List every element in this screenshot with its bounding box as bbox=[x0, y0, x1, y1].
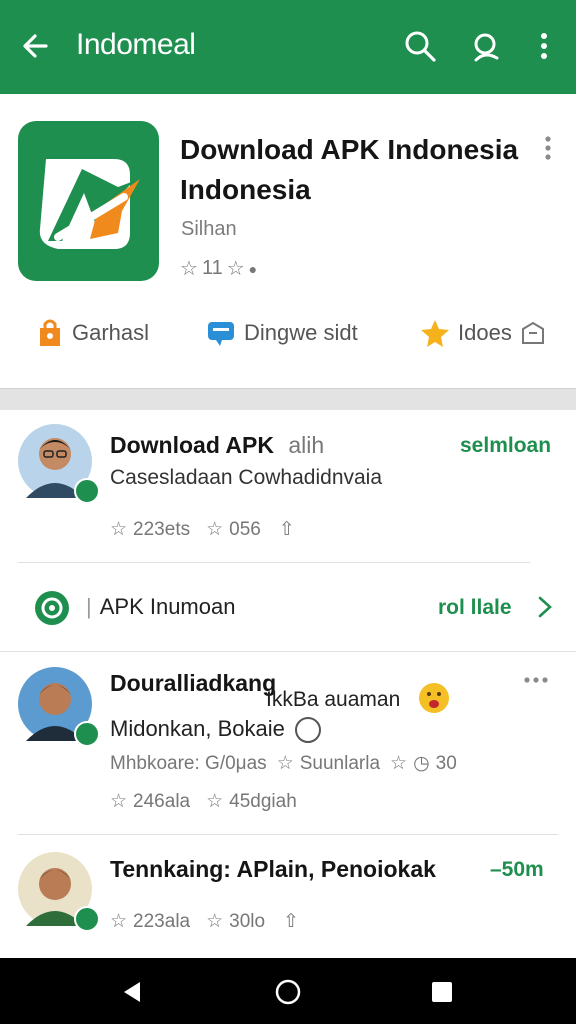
thumbs-up-icon[interactable]: ⇧ bbox=[279, 518, 295, 541]
review-author: Download APK alih bbox=[110, 432, 324, 459]
chevron-right-icon[interactable] bbox=[536, 595, 554, 619]
review-sub-a: Mhbkoare: G/0μas bbox=[110, 752, 267, 774]
review-meta-1: 223ets bbox=[133, 518, 191, 540]
box-icon bbox=[521, 321, 544, 344]
nav-back-icon[interactable] bbox=[118, 978, 146, 1006]
review-action[interactable]: –50m bbox=[490, 858, 544, 882]
app-icon bbox=[18, 121, 159, 281]
nav-recents-icon[interactable] bbox=[428, 978, 456, 1006]
chat-bubble-icon bbox=[208, 322, 234, 346]
review-meta-2: 056 bbox=[229, 518, 261, 540]
review-sub-meta: Mhbkoare: G/0μas ☆ Suunlarla ☆ ◷ 30 bbox=[110, 752, 457, 775]
star-icon: ☆ bbox=[276, 753, 294, 774]
review-meta-1: 223ala bbox=[133, 910, 191, 932]
star-icon: ☆ bbox=[180, 258, 198, 280]
more-horizontal-icon[interactable] bbox=[522, 670, 550, 690]
action-row: Garhasl Dingwe sidt Idoes bbox=[0, 318, 576, 358]
verified-icon bbox=[74, 478, 100, 504]
bag-icon bbox=[40, 319, 60, 346]
review-meta: ☆ 246ala ☆ 45dgiah bbox=[110, 790, 297, 813]
avatar bbox=[18, 852, 100, 932]
star-icon: ☆ bbox=[110, 519, 128, 540]
nav-home-icon[interactable] bbox=[274, 978, 302, 1006]
promo-label-text: APK Inumoan bbox=[99, 594, 236, 619]
action-install[interactable]: Garhasl bbox=[36, 318, 149, 348]
search-icon[interactable] bbox=[400, 26, 440, 66]
review-meta-2: 30lo bbox=[229, 910, 266, 932]
avatar bbox=[18, 424, 100, 504]
action-wishlist-label: Idoes bbox=[458, 320, 512, 345]
clock-icon: ◷ bbox=[413, 753, 430, 774]
app-bar: Indomeal bbox=[0, 0, 576, 94]
timer-icon bbox=[295, 717, 322, 744]
account-icon[interactable] bbox=[466, 26, 506, 66]
developer-name[interactable]: Silhan bbox=[181, 218, 237, 241]
star-icon: ☆ bbox=[110, 791, 128, 812]
star-filled-icon bbox=[421, 320, 449, 347]
review-author-suffix: alih bbox=[288, 432, 325, 458]
review-author-name: Tennkaing: APlain, Penoiokak bbox=[110, 856, 436, 882]
review-text-value: Midonkan, Bokaie bbox=[110, 716, 285, 741]
review-sub-b: Suunlarla bbox=[299, 752, 381, 774]
promo-bar: | bbox=[86, 594, 92, 619]
dot-icon: ● bbox=[248, 260, 258, 277]
review-meta-1: 246ala bbox=[133, 790, 191, 812]
star-icon: ☆ bbox=[226, 258, 245, 280]
star-icon: ☆ bbox=[206, 911, 224, 932]
star-icon: ☆ bbox=[206, 519, 224, 540]
review-action[interactable]: selmloan bbox=[460, 434, 551, 458]
action-wishlist[interactable]: Idoes bbox=[420, 318, 546, 348]
app-bar-title: Indomeal bbox=[76, 28, 196, 61]
review-author-name: Download APK bbox=[110, 432, 274, 458]
app-title-line1: Download APK Indonesia bbox=[180, 134, 519, 165]
app-more-icon[interactable] bbox=[538, 134, 558, 162]
promo-action[interactable]: rol llale bbox=[438, 596, 512, 620]
system-nav-bar bbox=[0, 958, 576, 1024]
star-icon: ☆ bbox=[110, 911, 128, 932]
app-rating: ☆ 11 ☆ ● bbox=[180, 256, 257, 281]
promo-label: | APK Inumoan bbox=[86, 594, 235, 620]
action-share[interactable]: Dingwe sidt bbox=[206, 318, 358, 348]
section-divider bbox=[0, 388, 576, 411]
review-meta-2: 45dgiah bbox=[229, 790, 297, 812]
emoji-icon bbox=[419, 683, 449, 713]
verified-icon bbox=[74, 906, 100, 932]
app-title: Download APK Indonesia Indonesia bbox=[180, 130, 540, 210]
app-logo-icon bbox=[39, 159, 140, 249]
star-icon: ☆ bbox=[390, 753, 408, 774]
review-author-name: Douralliadkang bbox=[110, 670, 277, 696]
review-text: Casesladaan Cowhadidnvaia bbox=[110, 466, 383, 489]
back-arrow-icon[interactable] bbox=[16, 26, 56, 66]
app-title-line2: Indonesia bbox=[180, 174, 311, 205]
review-meta: ☆ 223ala ☆ 30lo ⇧ bbox=[110, 910, 299, 933]
overflow-menu-icon[interactable] bbox=[524, 26, 564, 66]
review-sub-c: 30 bbox=[435, 752, 457, 774]
verified-icon bbox=[74, 721, 100, 747]
chat-icon bbox=[35, 591, 69, 625]
review-overlay: IkkBa auaman bbox=[266, 688, 401, 711]
action-share-label: Dingwe sidt bbox=[244, 320, 358, 345]
avatar bbox=[18, 667, 100, 747]
star-icon: ☆ bbox=[206, 791, 224, 812]
action-install-label: Garhasl bbox=[72, 320, 150, 345]
review-text: Midonkan, Bokaie bbox=[110, 716, 322, 744]
rating-value: 11 bbox=[201, 257, 223, 279]
review-meta: ☆ 223ets ☆ 056 ⇧ bbox=[110, 518, 295, 541]
thumbs-up-icon[interactable]: ⇧ bbox=[283, 910, 299, 933]
